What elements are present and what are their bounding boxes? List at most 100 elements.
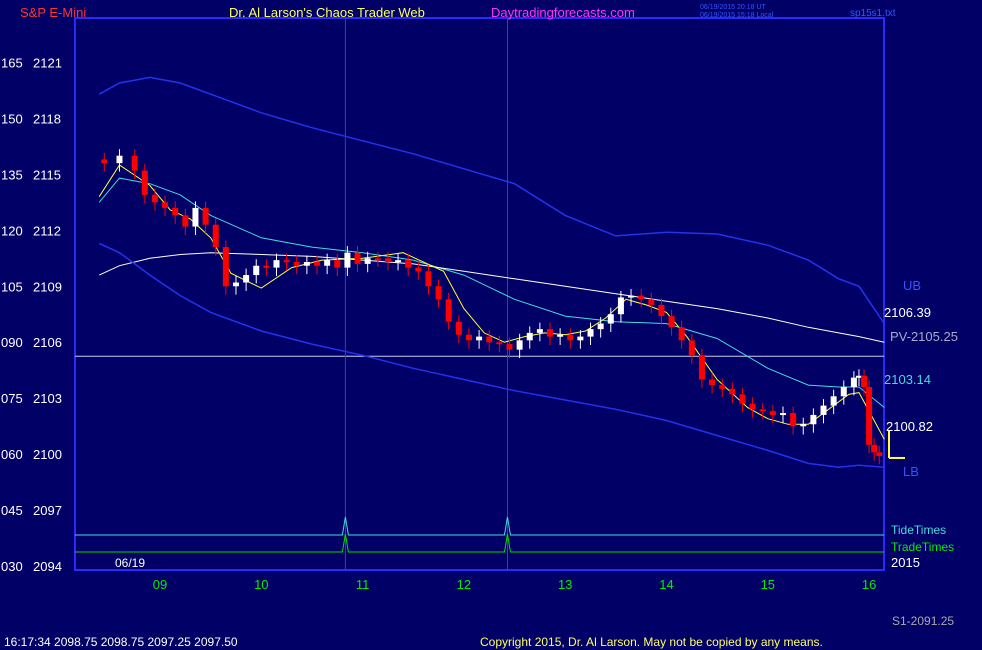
upper-band-label: UB	[903, 278, 922, 293]
candle-body	[324, 260, 331, 266]
candle-body	[587, 329, 594, 337]
candle-body	[395, 260, 402, 263]
candle-body	[759, 409, 766, 412]
y-tick-left-075: 075	[1, 391, 23, 406]
candle-body	[506, 344, 513, 350]
candle-body	[253, 265, 260, 276]
chart-canvas: 165 2121 150 2118 135 2115 120 2112 105 2109 090 21…	[1, 17, 905, 592]
candle-body	[688, 340, 695, 356]
candle-body	[790, 413, 797, 427]
candle-body	[151, 194, 158, 203]
candle-body	[222, 247, 229, 287]
candle-body	[243, 275, 250, 283]
x-tick-13: 13	[558, 577, 572, 592]
candle-body	[405, 260, 412, 268]
series-lower-band	[98, 242, 885, 468]
lower-band-label: LB	[903, 464, 919, 479]
y-tick-left-030: 030	[1, 559, 23, 574]
candle-body	[212, 224, 219, 248]
candle-body	[263, 265, 270, 268]
candle-body	[536, 329, 543, 333]
y-tick-left-090: 090	[1, 335, 23, 350]
y-tick-right-2097: 2097	[33, 503, 62, 518]
candle-body	[628, 295, 635, 298]
candle-body	[334, 260, 341, 268]
s1-level: S1-2091.25	[892, 614, 955, 628]
candle-body	[866, 386, 873, 445]
candle-body	[516, 340, 523, 350]
y-tick-right-2115: 2115	[33, 167, 61, 182]
candle-body	[314, 262, 321, 266]
y-tick-right-2121: 2121	[33, 55, 62, 70]
candle-body	[719, 385, 726, 389]
candle-body	[435, 286, 442, 300]
candle-body	[638, 295, 645, 300]
data-file: sp15s1.txt	[850, 8, 896, 19]
date-label: 06/19	[115, 556, 146, 570]
candle-body	[547, 329, 554, 337]
candle-body	[172, 207, 179, 216]
candle-body	[698, 355, 705, 380]
y-tick-right-2106: 2106	[33, 335, 62, 350]
candle-body	[769, 411, 776, 415]
timestamp-utc: 06/19/2015 20:18 UT	[700, 4, 766, 11]
x-tick-11: 11	[356, 577, 370, 592]
candle-body	[455, 321, 462, 335]
year-label: 2015	[891, 555, 920, 570]
candle-body	[131, 155, 138, 171]
candle-body	[344, 252, 351, 268]
candle-body	[283, 260, 290, 263]
site-url[interactable]: Daytradingforecasts.com	[491, 5, 635, 20]
candle-body	[273, 260, 280, 268]
candle-body	[232, 282, 239, 287]
y-tick-left-060: 060	[1, 447, 23, 462]
candle-body	[830, 396, 837, 406]
x-tick-14: 14	[659, 577, 673, 592]
candle-body	[749, 403, 756, 410]
upper-band-value: 2106.39	[884, 305, 931, 320]
candle-body	[303, 262, 310, 266]
candle-body	[182, 215, 189, 227]
candle-body	[617, 297, 624, 315]
candle-body	[496, 342, 503, 345]
y-tick-right-2118: 2118	[33, 111, 61, 126]
y-tick-left-165: 165	[1, 55, 23, 70]
candle-body	[648, 299, 655, 305]
y-tick-right-2109: 2109	[33, 279, 62, 294]
series-white-ma	[98, 252, 885, 343]
x-tick-09: 09	[153, 577, 167, 592]
y-tick-right-2112: 2112	[33, 223, 61, 238]
copyright: Copyright 2015, Dr. Al Larson. May not b…	[480, 635, 823, 649]
trade-times-label: TradeTimes	[891, 540, 955, 554]
candle-body	[526, 332, 533, 341]
candle-body	[465, 334, 472, 341]
candle-body	[779, 413, 786, 416]
candle-body	[810, 414, 817, 425]
candle-body	[384, 258, 391, 263]
candle-body	[141, 170, 148, 195]
instrument-title: S&P E-Mini	[20, 5, 87, 20]
candle-body	[876, 452, 883, 456]
site-title: Dr. Al Larson's Chaos Trader Web	[229, 5, 425, 20]
candle-body	[476, 336, 483, 341]
y-tick-right-2103: 2103	[33, 391, 62, 406]
candle-body	[192, 207, 199, 227]
candle-body	[567, 334, 574, 341]
x-tick-16: 16	[862, 577, 876, 592]
candle-body	[486, 336, 493, 343]
cyan-ma-value: 2103.14	[884, 372, 931, 387]
x-tick-15: 15	[761, 577, 775, 592]
trade-times-line	[75, 533, 884, 553]
candle-body	[850, 377, 857, 387]
candle-body	[739, 394, 746, 404]
quote-line: 16:17:34 2098.75 2098.75 2097.25 2097.50	[4, 635, 238, 649]
y-tick-left-045: 045	[1, 503, 23, 518]
candle-body	[800, 424, 807, 427]
candle-body	[597, 323, 604, 330]
candle-body	[871, 444, 878, 453]
candle-body	[202, 207, 209, 225]
y-tick-right-2094: 2094	[33, 559, 62, 574]
y-tick-left-105: 105	[1, 279, 23, 294]
candle-body	[116, 155, 123, 164]
candle-body	[658, 304, 665, 317]
